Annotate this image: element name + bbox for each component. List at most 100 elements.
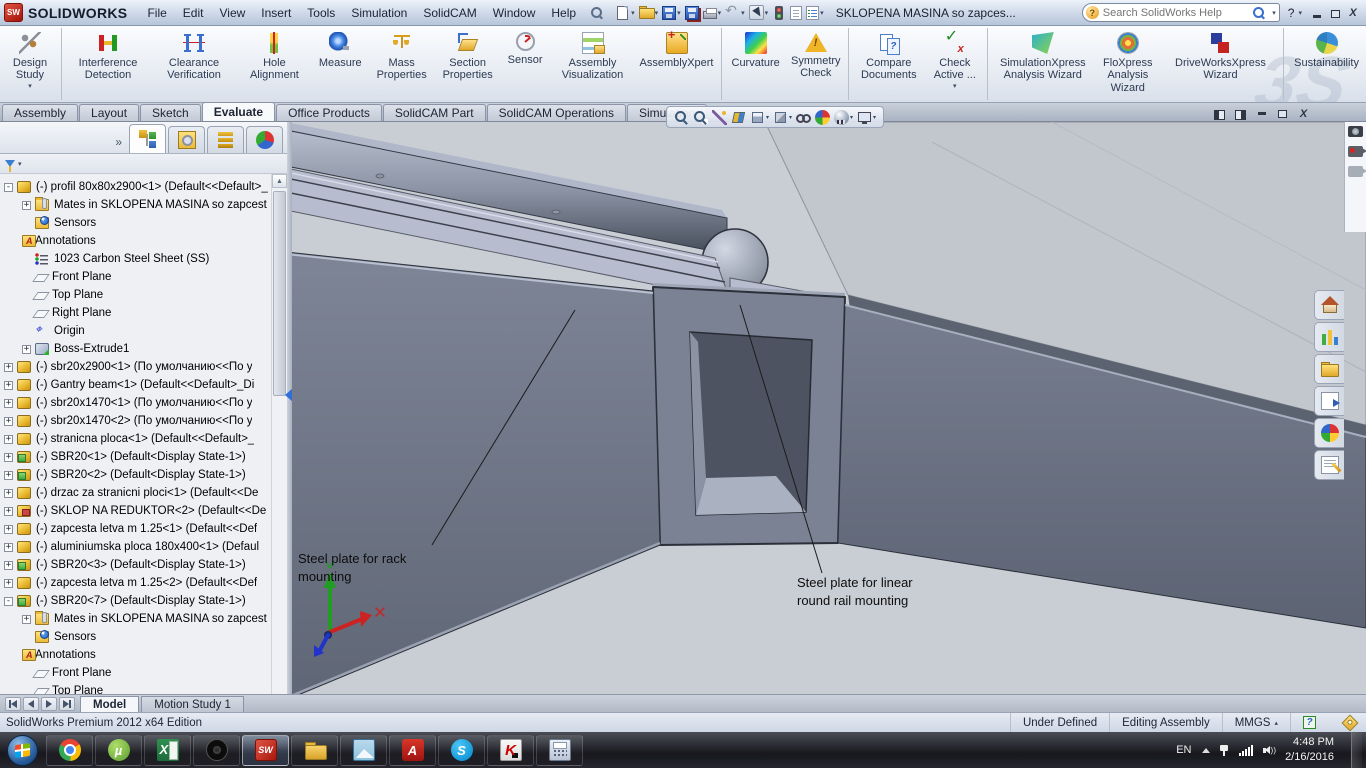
volume-icon[interactable]: [1263, 746, 1276, 755]
tree-item[interactable]: Annotations: [0, 232, 271, 250]
previous-document-button[interactable]: [1213, 108, 1226, 121]
profil-tube-end-face[interactable]: [653, 287, 845, 545]
tree-item[interactable]: Mates in SKLOPENA MASINA so zapcest: [0, 196, 271, 214]
ribbon-button[interactable]: DriveWorksXpress Wizard: [1161, 28, 1284, 100]
dropdown-caret[interactable]: ▾: [741, 9, 745, 17]
panel-tab[interactable]: [246, 126, 283, 153]
search-input[interactable]: [1099, 7, 1246, 19]
command-tab[interactable]: Evaluate: [202, 102, 275, 121]
tree-expander[interactable]: [22, 201, 31, 210]
clock[interactable]: 4:48 PM 2/16/2016: [1285, 735, 1334, 765]
taskbar-app-button[interactable]: [536, 735, 583, 766]
close-button[interactable]: X: [1346, 6, 1360, 20]
taskbar-app-button[interactable]: X: [144, 735, 191, 766]
study-tab[interactable]: Motion Study 1: [141, 696, 244, 712]
search-dropdown-caret[interactable]: ▾: [1272, 9, 1276, 17]
tree-expander[interactable]: [4, 471, 13, 480]
tree-item[interactable]: (-) sbr20x1470<1> (По умолчанию<<По у: [0, 394, 271, 412]
tree-item[interactable]: (-) profil 80x80x2900<1> (Default<<Defau…: [0, 178, 271, 196]
taskbar-app-button[interactable]: [46, 735, 93, 766]
ribbon-button[interactable]: Clearance Verification: [151, 28, 237, 100]
menu-item[interactable]: View: [211, 2, 253, 24]
quick-access-button[interactable]: ▾: [723, 4, 747, 21]
tree-expander[interactable]: [4, 489, 13, 498]
tree-item[interactable]: (-) aluminiumska ploca 180x400<1> (Defau…: [0, 538, 271, 556]
tree-expander[interactable]: [4, 507, 13, 516]
dropdown-caret[interactable]: ▾: [718, 9, 722, 17]
screen-capture-icon[interactable]: [1348, 166, 1363, 177]
tree-item[interactable]: Origin: [0, 322, 271, 340]
view-toolbar-button[interactable]: [815, 110, 830, 125]
view-toolbar-button[interactable]: ▾: [834, 110, 853, 125]
task-pane-tab[interactable]: [1314, 290, 1344, 320]
search-icon[interactable]: [1252, 6, 1265, 19]
dropdown-caret[interactable]: ▾: [850, 114, 853, 121]
tree-expander[interactable]: [4, 417, 13, 426]
tree-expander[interactable]: [22, 615, 31, 624]
help-button[interactable]: ? ▾: [1288, 6, 1302, 20]
tree-expander[interactable]: [4, 525, 13, 534]
ribbon-button[interactable]: Check Active ... ▾: [926, 28, 988, 100]
start-button[interactable]: [7, 735, 38, 766]
ribbon-button[interactable]: Section Properties: [435, 28, 501, 100]
quick-access-button[interactable]: ▾: [804, 5, 826, 21]
view-toolbar-button[interactable]: [712, 110, 727, 125]
dropdown-caret[interactable]: ▾: [953, 83, 957, 91]
quick-access-button[interactable]: [683, 5, 701, 21]
tree-filter-bar[interactable]: ▾: [0, 154, 287, 174]
panel-chevron[interactable]: »: [115, 135, 129, 153]
menu-item[interactable]: Simulation: [343, 2, 415, 24]
menu-item[interactable]: Help: [543, 2, 584, 24]
command-tab[interactable]: SolidCAM Part: [383, 104, 486, 121]
restore-button[interactable]: [1328, 6, 1342, 20]
view-toolbar-button[interactable]: ▾: [750, 110, 769, 125]
quick-access-button[interactable]: ▾: [660, 5, 683, 21]
menu-item[interactable]: Tools: [299, 2, 343, 24]
ribbon-button[interactable]: Mass Properties: [369, 28, 435, 100]
ribbon-button[interactable]: AssemblyXpert: [636, 28, 722, 100]
ribbon-button[interactable]: Hole Alignment: [237, 28, 312, 100]
tree-item[interactable]: (-) drzac za stranicni ploci<1> (Default…: [0, 484, 271, 502]
tree-item[interactable]: (-) zapcesta letva m 1.25<2> (Default<<D…: [0, 574, 271, 592]
tree-expander[interactable]: [4, 183, 13, 192]
ribbon-button[interactable]: Measure: [312, 28, 369, 100]
tree-expander[interactable]: [4, 435, 13, 444]
ribbon-button[interactable]: Sensor: [501, 28, 550, 100]
scrollbar-thumb[interactable]: [273, 191, 286, 396]
view-toolbar-button[interactable]: ▾: [773, 110, 792, 125]
ribbon-button[interactable]: Sustainability: [1287, 28, 1366, 100]
tree-expander[interactable]: [4, 453, 13, 462]
command-tab[interactable]: SolidCAM Operations: [487, 104, 626, 121]
task-pane-tab[interactable]: [1314, 450, 1344, 480]
doc-minimize-button[interactable]: [1255, 108, 1268, 121]
tree-expander[interactable]: [4, 543, 13, 552]
screen-capture-icon[interactable]: [1348, 146, 1363, 157]
show-desktop-button[interactable]: [1351, 732, 1362, 768]
task-pane-tab[interactable]: [1314, 322, 1344, 352]
ribbon-button[interactable]: Compare Documents: [852, 28, 926, 100]
tree-expander[interactable]: [22, 345, 31, 354]
panel-tab[interactable]: [207, 126, 244, 153]
dropdown-caret[interactable]: ▾: [789, 114, 792, 121]
ribbon-button[interactable]: SimulationXpress Analysis Wizard: [991, 28, 1095, 100]
dropdown-caret[interactable]: ▾: [677, 9, 681, 17]
tree-item[interactable]: Right Plane: [0, 304, 271, 322]
tree-item[interactable]: (-) Gantry beam<1> (Default<<Default>_Di: [0, 376, 271, 394]
study-tab[interactable]: Model: [80, 696, 139, 712]
quick-access-button[interactable]: ▾: [613, 5, 637, 21]
filter-caret[interactable]: ▾: [18, 160, 22, 168]
tree-item[interactable]: 1023 Carbon Steel Sheet (SS): [0, 250, 271, 268]
tree-expander[interactable]: [4, 579, 13, 588]
quick-tips-toggle[interactable]: ?: [1290, 713, 1328, 732]
command-tab[interactable]: Assembly: [2, 104, 78, 121]
quick-access-button[interactable]: ▾: [701, 5, 724, 20]
scrollbar-up-arrow[interactable]: ▲: [272, 174, 287, 188]
menu-item[interactable]: File: [139, 2, 174, 24]
dropdown-caret[interactable]: ▾: [655, 9, 659, 17]
dropdown-caret[interactable]: ▾: [28, 83, 32, 91]
tree-expander[interactable]: [4, 597, 13, 606]
hidden-icons-arrow[interactable]: [1202, 748, 1210, 753]
taskbar-app-button[interactable]: S: [438, 735, 485, 766]
tree-item[interactable]: Front Plane: [0, 664, 271, 682]
view-toolbar-button[interactable]: ▾: [857, 110, 876, 125]
